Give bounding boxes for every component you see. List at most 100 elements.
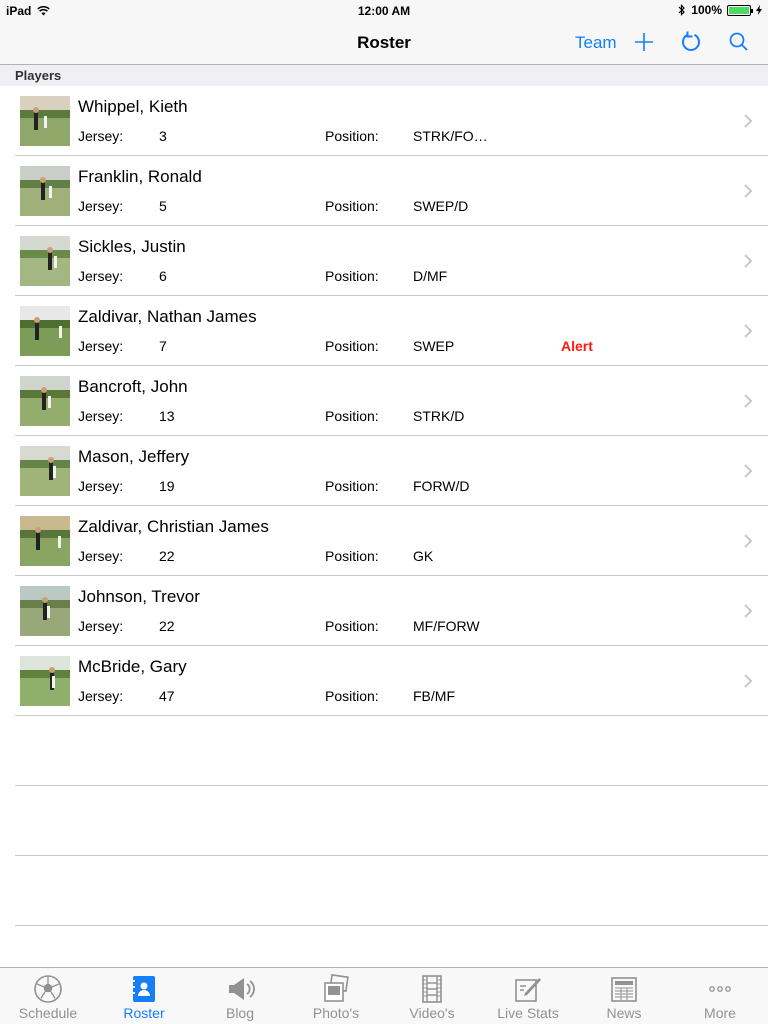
jersey-number: 7 (159, 338, 167, 354)
jersey-number: 6 (159, 268, 167, 284)
jersey-label: Jersey: (78, 618, 124, 634)
jersey-number: 22 (159, 548, 175, 564)
position-label: Position: (325, 198, 379, 214)
empty-row (0, 856, 768, 926)
player-photo (20, 516, 70, 566)
film-strip-icon (422, 975, 442, 1003)
megaphone-icon (229, 978, 255, 1000)
position-label: Position: (325, 478, 379, 494)
player-row[interactable]: Mason, Jeffery Jersey: 19 Position: FORW/D (0, 436, 768, 506)
position-label: Position: (325, 338, 379, 354)
tab-live-stats[interactable]: Live Stats (480, 968, 576, 1024)
soccer-ball-icon (34, 975, 62, 1003)
tab-schedule[interactable]: Schedule (0, 968, 96, 1024)
player-photo (20, 376, 70, 426)
tab-photo-s[interactable]: Photo's (288, 968, 384, 1024)
player-row[interactable]: McBride, Gary Jersey: 47 Position: FB/MF (0, 646, 768, 716)
charging-bolt-icon (756, 5, 762, 15)
position-value: GK (413, 548, 434, 564)
player-photo (20, 586, 70, 636)
player-photo (20, 656, 70, 706)
jersey-number: 47 (159, 688, 175, 704)
position-label: Position: (325, 618, 379, 634)
tab-more[interactable]: More (672, 968, 768, 1024)
position-value: FB/MF (413, 688, 455, 704)
status-right: 100% (678, 3, 762, 17)
tab-label: Live Stats (497, 1005, 559, 1021)
jersey-label: Jersey: (78, 688, 124, 704)
jersey-label: Jersey: (78, 268, 124, 284)
search-icon[interactable] (727, 30, 751, 54)
position-value: STRK/D (413, 408, 465, 424)
roster-book-icon (132, 976, 155, 1002)
jersey-label: Jersey: (78, 338, 124, 354)
empty-row (0, 716, 768, 786)
position-value: MF/FORW (413, 618, 480, 634)
tab-video-s[interactable]: Video's (384, 968, 480, 1024)
chevron-right-icon (744, 604, 753, 618)
player-name: McBride, Gary (78, 657, 187, 676)
newspaper-icon (611, 977, 637, 1002)
player-row[interactable]: Johnson, Trevor Jersey: 22 Position: MF/FORW (0, 576, 768, 646)
player-row[interactable]: Zaldivar, Nathan James Jersey: 7 Position: S… (0, 296, 768, 366)
player-photo (20, 236, 70, 286)
position-label: Position: (325, 128, 379, 144)
player-row[interactable]: Whippel, Kieth Jersey: 3 Position: STRK/FO… (0, 86, 768, 156)
player-photo (20, 446, 70, 496)
jersey-number: 22 (159, 618, 175, 634)
chevron-right-icon (744, 394, 753, 408)
empty-row (0, 786, 768, 856)
edit-notepad-icon (515, 978, 541, 1002)
chevron-right-icon (744, 254, 753, 268)
jersey-number: 19 (159, 478, 175, 494)
tab-news[interactable]: News (576, 968, 672, 1024)
player-name: Johnson, Trevor (78, 587, 200, 606)
player-name: Zaldivar, Nathan James (78, 307, 257, 326)
jersey-number: 13 (159, 408, 175, 424)
position-label: Position: (325, 688, 379, 704)
alert-badge: Alert (561, 338, 593, 354)
player-name: Bancroft, John (78, 377, 188, 396)
battery-fill (729, 6, 749, 14)
player-name: Mason, Jeffery (78, 447, 190, 466)
chevron-right-icon (744, 114, 753, 128)
player-name: Sickles, Justin (78, 237, 186, 256)
player-row[interactable]: Franklin, Ronald Jersey: 5 Position: SWEP/D (0, 156, 768, 226)
player-photo (20, 306, 70, 356)
tab-blog[interactable]: Blog (192, 968, 288, 1024)
refresh-icon[interactable] (679, 30, 703, 54)
position-value: FORW/D (413, 478, 470, 494)
tab-label: Roster (123, 1005, 165, 1021)
battery-percent: 100% (691, 3, 722, 17)
player-photo (20, 166, 70, 216)
chevron-right-icon (744, 464, 753, 478)
position-value: SWEP/D (413, 198, 469, 214)
navigation-bar: Roster Team (0, 22, 768, 65)
tab-label: Photo's (312, 1005, 360, 1021)
players-section-header: Players (0, 65, 768, 86)
tab-label: News (606, 1005, 642, 1021)
jersey-label: Jersey: (78, 548, 124, 564)
jersey-number: 5 (159, 198, 167, 214)
chevron-right-icon (744, 324, 753, 338)
player-row[interactable]: Bancroft, John Jersey: 13 Position: STRK/D (0, 366, 768, 436)
position-value: SWEP (413, 338, 455, 354)
player-name: Zaldivar, Christian James (78, 517, 269, 536)
player-row[interactable]: Sickles, Justin Jersey: 6 Position: D/MF (0, 226, 768, 296)
status-clock: 12:00 AM (357, 4, 411, 18)
chevron-right-icon (744, 674, 753, 688)
team-button[interactable]: Team (575, 33, 617, 53)
tab-bar: Schedule Roster Blog Photo's Video's Live Sta… (0, 967, 768, 1024)
jersey-number: 3 (159, 128, 167, 144)
player-name: Franklin, Ronald (78, 167, 202, 186)
jersey-label: Jersey: (78, 478, 124, 494)
photos-icon (324, 974, 349, 1002)
tab-label: Video's (409, 1005, 455, 1021)
jersey-label: Jersey: (78, 408, 124, 424)
position-label: Position: (325, 268, 379, 284)
add-icon[interactable] (632, 30, 656, 54)
player-list: Whippel, Kieth Jersey: 3 Position: STRK/FO… F… (0, 86, 768, 926)
tab-roster[interactable]: Roster (96, 968, 192, 1024)
chevron-right-icon (744, 184, 753, 198)
player-row[interactable]: Zaldivar, Christian James Jersey: 22 Positi… (0, 506, 768, 576)
